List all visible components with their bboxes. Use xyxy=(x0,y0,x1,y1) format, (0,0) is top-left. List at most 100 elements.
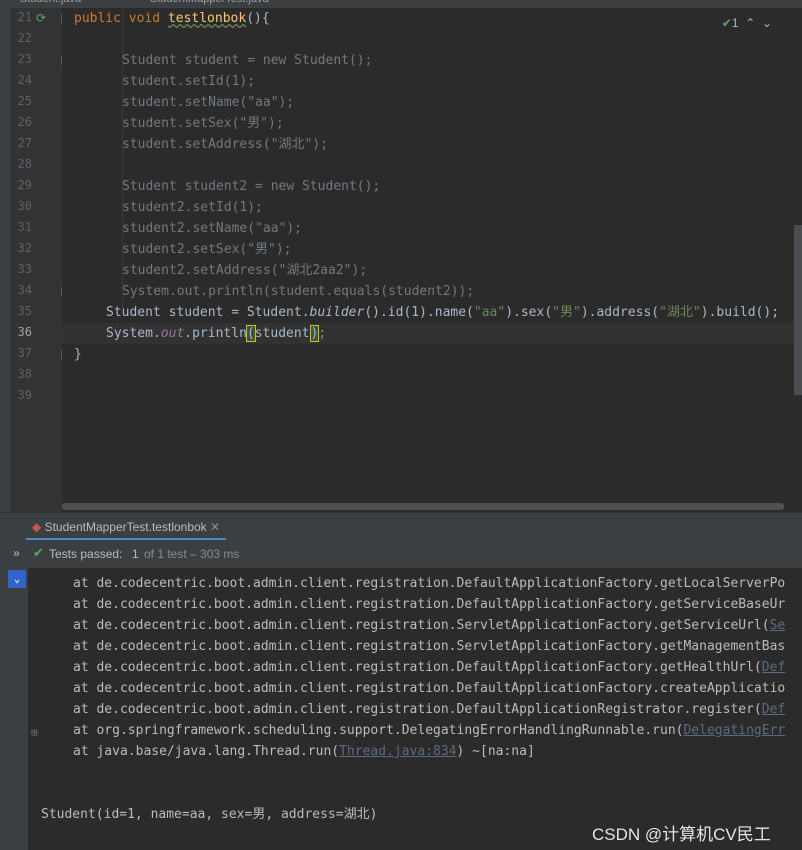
line-number: 38 xyxy=(17,367,32,381)
variable: student xyxy=(168,305,224,320)
line-number: 23 xyxy=(17,52,32,66)
check-icon: ✔ xyxy=(33,545,44,560)
line-number: 35 xyxy=(17,304,32,318)
line-number: 24 xyxy=(17,73,32,87)
static-field: out xyxy=(160,326,185,341)
editor-tab-bar: Student.java StudentMapperTest.java xyxy=(0,0,802,8)
code-line-30: student2.setId(1); xyxy=(122,200,263,215)
code-line-34: System.out.println(student.equals(studen… xyxy=(122,284,475,299)
inspection-widget[interactable]: ✔1 ⌃ ⌄ xyxy=(722,16,772,30)
matched-paren: ( xyxy=(245,325,256,342)
code-line-27: student.setAddress("湖北"); xyxy=(122,137,329,152)
code-line-23: Student student = new Student(); xyxy=(122,53,373,68)
console-output: at de.codecentric.boot.admin.client.regi… xyxy=(28,568,802,850)
stack-text: at de.codecentric.boot.admin.client.regi… xyxy=(73,660,762,675)
horizontal-scrollbar[interactable] xyxy=(62,503,784,510)
code-line-32: student2.setSex("男"); xyxy=(122,242,292,257)
code-text: ().id(1).name( xyxy=(364,305,474,320)
line-number: 22 xyxy=(17,31,32,45)
tests-detail: of 1 test – 303 ms xyxy=(144,547,240,561)
code-text: ).sex( xyxy=(505,305,553,320)
code-text: (){ xyxy=(246,11,270,26)
line-number: 25 xyxy=(17,94,32,108)
stack-line: at org.springframework.scheduling.suppor… xyxy=(73,720,785,741)
stack-text: at org.springframework.scheduling.suppor… xyxy=(73,723,684,738)
source-link[interactable]: DelegatingErr xyxy=(683,723,785,738)
tab-student-mapper-test[interactable]: StudentMapperTest.java xyxy=(150,0,269,8)
line-number: 29 xyxy=(17,178,32,192)
stack-line: at de.codecentric.boot.admin.client.regi… xyxy=(73,699,785,720)
method-name: testlonbok xyxy=(167,11,247,26)
close-icon[interactable]: ✕ xyxy=(210,520,220,534)
static-method: builder xyxy=(309,305,365,320)
source-link[interactable]: Se xyxy=(770,618,786,633)
expand-frames-icon[interactable]: ⊞ xyxy=(31,726,38,739)
code-text: System. xyxy=(106,326,161,341)
run-test-icon[interactable]: ⟳ xyxy=(36,11,46,25)
code-line-25: student.setName("aa"); xyxy=(122,95,295,110)
test-status-bar: » ✔ Tests passed: 1 of 1 test – 303 ms xyxy=(0,540,802,569)
code-text: .println xyxy=(184,326,247,341)
chevron-up-icon[interactable]: ⌃ xyxy=(745,16,755,30)
line-number: 32 xyxy=(17,241,32,255)
code-text: = Student. xyxy=(223,305,310,320)
string-literal: "男" xyxy=(552,305,581,320)
line-number: 30 xyxy=(17,199,32,213)
code-text: ).build(); xyxy=(700,305,780,320)
stack-line: at de.codecentric.boot.admin.client.regi… xyxy=(73,594,785,615)
line-number: 28 xyxy=(17,157,32,171)
watermark: CSDN @计算机CV民工 xyxy=(592,825,771,844)
code-line-33: student2.setAddress("湖北2aa2"); xyxy=(122,263,368,278)
source-link[interactable]: Def xyxy=(762,660,785,675)
inspection-count: 1 xyxy=(731,16,739,30)
program-output-line: Student(id=1, name=aa, sex=男, address=湖北… xyxy=(41,807,378,822)
stack-text: at java.base/java.lang.Thread.run( xyxy=(73,744,340,759)
line-number: 27 xyxy=(17,136,32,150)
stack-line: at java.base/java.lang.Thread.run(Thread… xyxy=(73,741,535,762)
project-tool-strip xyxy=(0,8,10,512)
code-text: student xyxy=(254,326,310,341)
stack-text: at de.codecentric.boot.admin.client.regi… xyxy=(73,639,786,654)
code-editor[interactable]: public void testlonbok(){ Student studen… xyxy=(62,8,802,512)
keyword: public void xyxy=(74,11,168,26)
code-line-36: System.out.println(student); xyxy=(106,323,326,344)
code-line-37: } xyxy=(74,347,82,362)
run-side-toolbar: ⌄ xyxy=(0,568,28,850)
expand-icon[interactable]: » xyxy=(13,546,20,560)
code-text: ).address( xyxy=(580,305,660,320)
line-number-current: 36 xyxy=(17,325,32,339)
line-number: 31 xyxy=(17,220,32,234)
code-line-29: Student student2 = new Student(); xyxy=(122,179,381,194)
scroll-down-icon[interactable]: ⌄ xyxy=(8,570,26,588)
run-tool-window-header: ◆ StudentMapperTest.testlonbok ✕ xyxy=(0,512,802,541)
tests-passed-count: 1 xyxy=(132,547,139,561)
line-number: 33 xyxy=(17,262,32,276)
stack-text: ) ~[na:na] xyxy=(456,744,535,759)
stack-line: at de.codecentric.boot.admin.client.regi… xyxy=(73,615,785,636)
source-link[interactable]: Thread.java:834 xyxy=(339,744,456,759)
vertical-scrollbar[interactable] xyxy=(794,225,802,395)
source-link[interactable]: Def xyxy=(762,702,785,717)
stack-text: at de.codecentric.boot.admin.client.regi… xyxy=(73,597,786,612)
stack-text: at de.codecentric.boot.admin.client.regi… xyxy=(73,702,762,717)
stack-line: at de.codecentric.boot.admin.client.regi… xyxy=(73,657,785,678)
test-config-icon: ◆ xyxy=(32,520,42,534)
run-tab[interactable]: ◆ StudentMapperTest.testlonbok ✕ xyxy=(26,513,227,541)
stack-text: at de.codecentric.boot.admin.client.regi… xyxy=(73,618,770,633)
code-line-26: student.setSex("男"); xyxy=(122,116,284,131)
chevron-down-icon[interactable]: ⌄ xyxy=(762,16,772,30)
code-line-35: Student student = Student.builder().id(1… xyxy=(106,302,779,323)
line-number: 34 xyxy=(17,283,32,297)
code-line-21: public void testlonbok(){ xyxy=(74,8,270,29)
code-line-31: student2.setName("aa"); xyxy=(122,221,303,236)
line-number: 39 xyxy=(17,388,32,402)
run-tab-label: StudentMapperTest.testlonbok xyxy=(44,520,207,534)
stack-line: at de.codecentric.boot.admin.client.regi… xyxy=(73,573,785,594)
line-number: 26 xyxy=(17,115,32,129)
tab-student-java[interactable]: Student.java xyxy=(20,0,81,8)
line-number-gutter: 21 ⟳ 22 23 24 25 26 27 28 29 30 31 32 33… xyxy=(10,8,70,512)
code-text: Student xyxy=(106,305,169,320)
stack-line: at de.codecentric.boot.admin.client.regi… xyxy=(73,636,785,657)
string-literal: "湖北" xyxy=(659,305,701,320)
stack-text: at de.codecentric.boot.admin.client.regi… xyxy=(73,576,786,591)
